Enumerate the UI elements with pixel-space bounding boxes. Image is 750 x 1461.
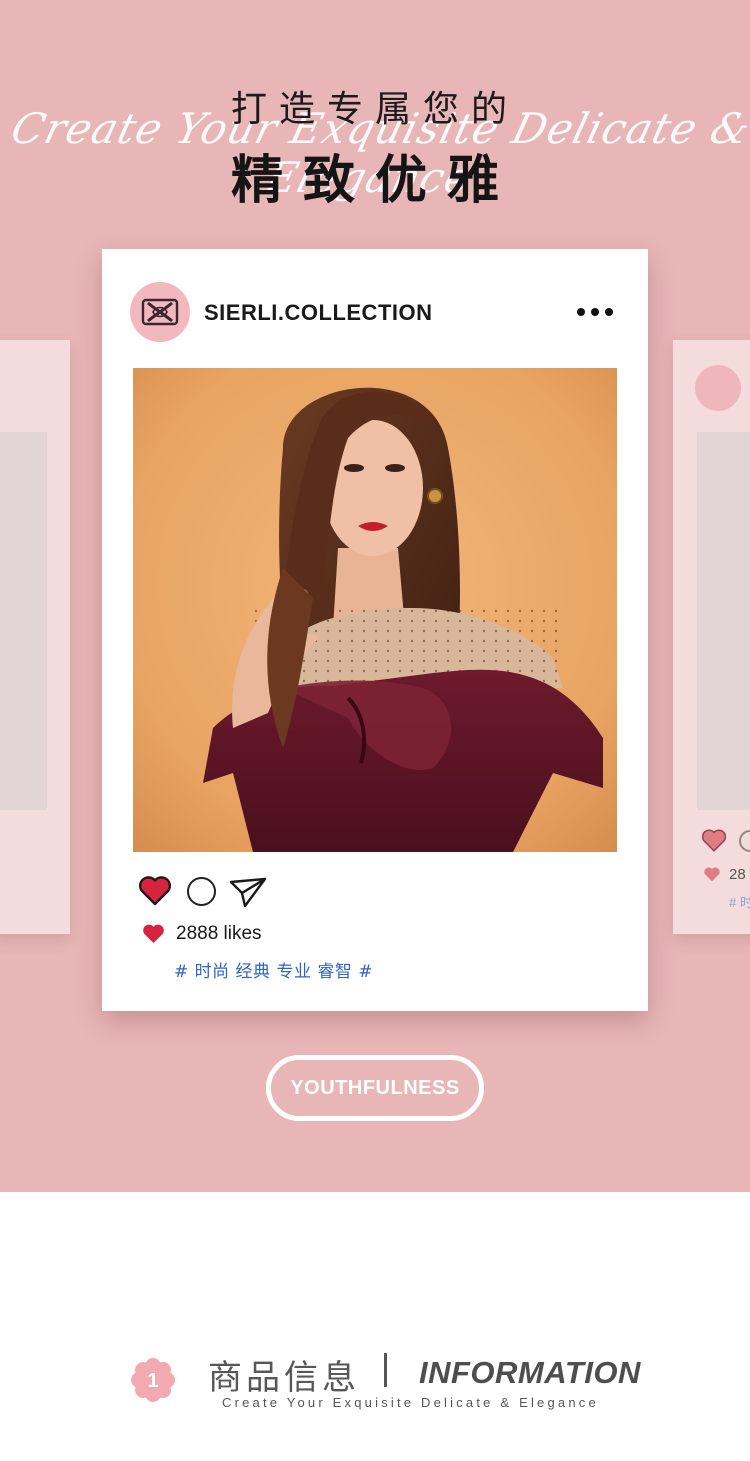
side-card-image-placeholder bbox=[0, 432, 47, 810]
username[interactable]: SIERLI.COLLECTION bbox=[204, 300, 433, 326]
flower-number-badge: 1 bbox=[131, 1358, 175, 1402]
info-subtitle: Create Your Exquisite Delicate & Eleganc… bbox=[222, 1395, 599, 1410]
info-title-cn: 商品信息 bbox=[208, 1358, 360, 1398]
heart-icon bbox=[704, 867, 720, 882]
info-title-en: INFORMATION bbox=[419, 1355, 641, 1390]
side-card-right: 28 # 时 bbox=[673, 340, 750, 934]
like-heart-icon[interactable] bbox=[138, 875, 172, 907]
hero-section: 打造专属您的 Create Your Exquisite Delicate & … bbox=[0, 0, 750, 1192]
hashtags[interactable]: # 时尚 经典 专业 睿智 # bbox=[174, 957, 373, 982]
share-send-icon[interactable] bbox=[229, 876, 267, 908]
avatar[interactable] bbox=[130, 282, 190, 342]
comment-icon[interactable] bbox=[187, 877, 216, 906]
likes-count: 2888 likes bbox=[176, 923, 262, 944]
post-photo bbox=[133, 368, 617, 852]
heading-line-1: 打造专属您的 bbox=[230, 89, 519, 130]
side-card-left bbox=[0, 340, 70, 934]
sierli-logo-icon bbox=[141, 298, 179, 326]
side-card-image-placeholder bbox=[697, 432, 750, 810]
comment-icon bbox=[739, 830, 750, 852]
side-card-tags: # 时 bbox=[729, 895, 750, 910]
heading-line-2: 精致优雅 bbox=[230, 151, 519, 211]
youthfulness-button[interactable]: YOUTHFULNESS bbox=[266, 1055, 484, 1121]
side-card-likes: 28 bbox=[729, 866, 746, 883]
side-card-avatar bbox=[695, 365, 741, 411]
post-card: SIERLI.COLLECTION 2888 likes # 时尚 经典 专业 … bbox=[102, 249, 648, 1011]
title-divider bbox=[384, 1353, 387, 1387]
more-horizontal-icon[interactable] bbox=[576, 307, 614, 317]
heart-icon bbox=[701, 829, 727, 852]
heart-icon bbox=[143, 924, 164, 944]
section-number: 1 bbox=[147, 1370, 158, 1392]
